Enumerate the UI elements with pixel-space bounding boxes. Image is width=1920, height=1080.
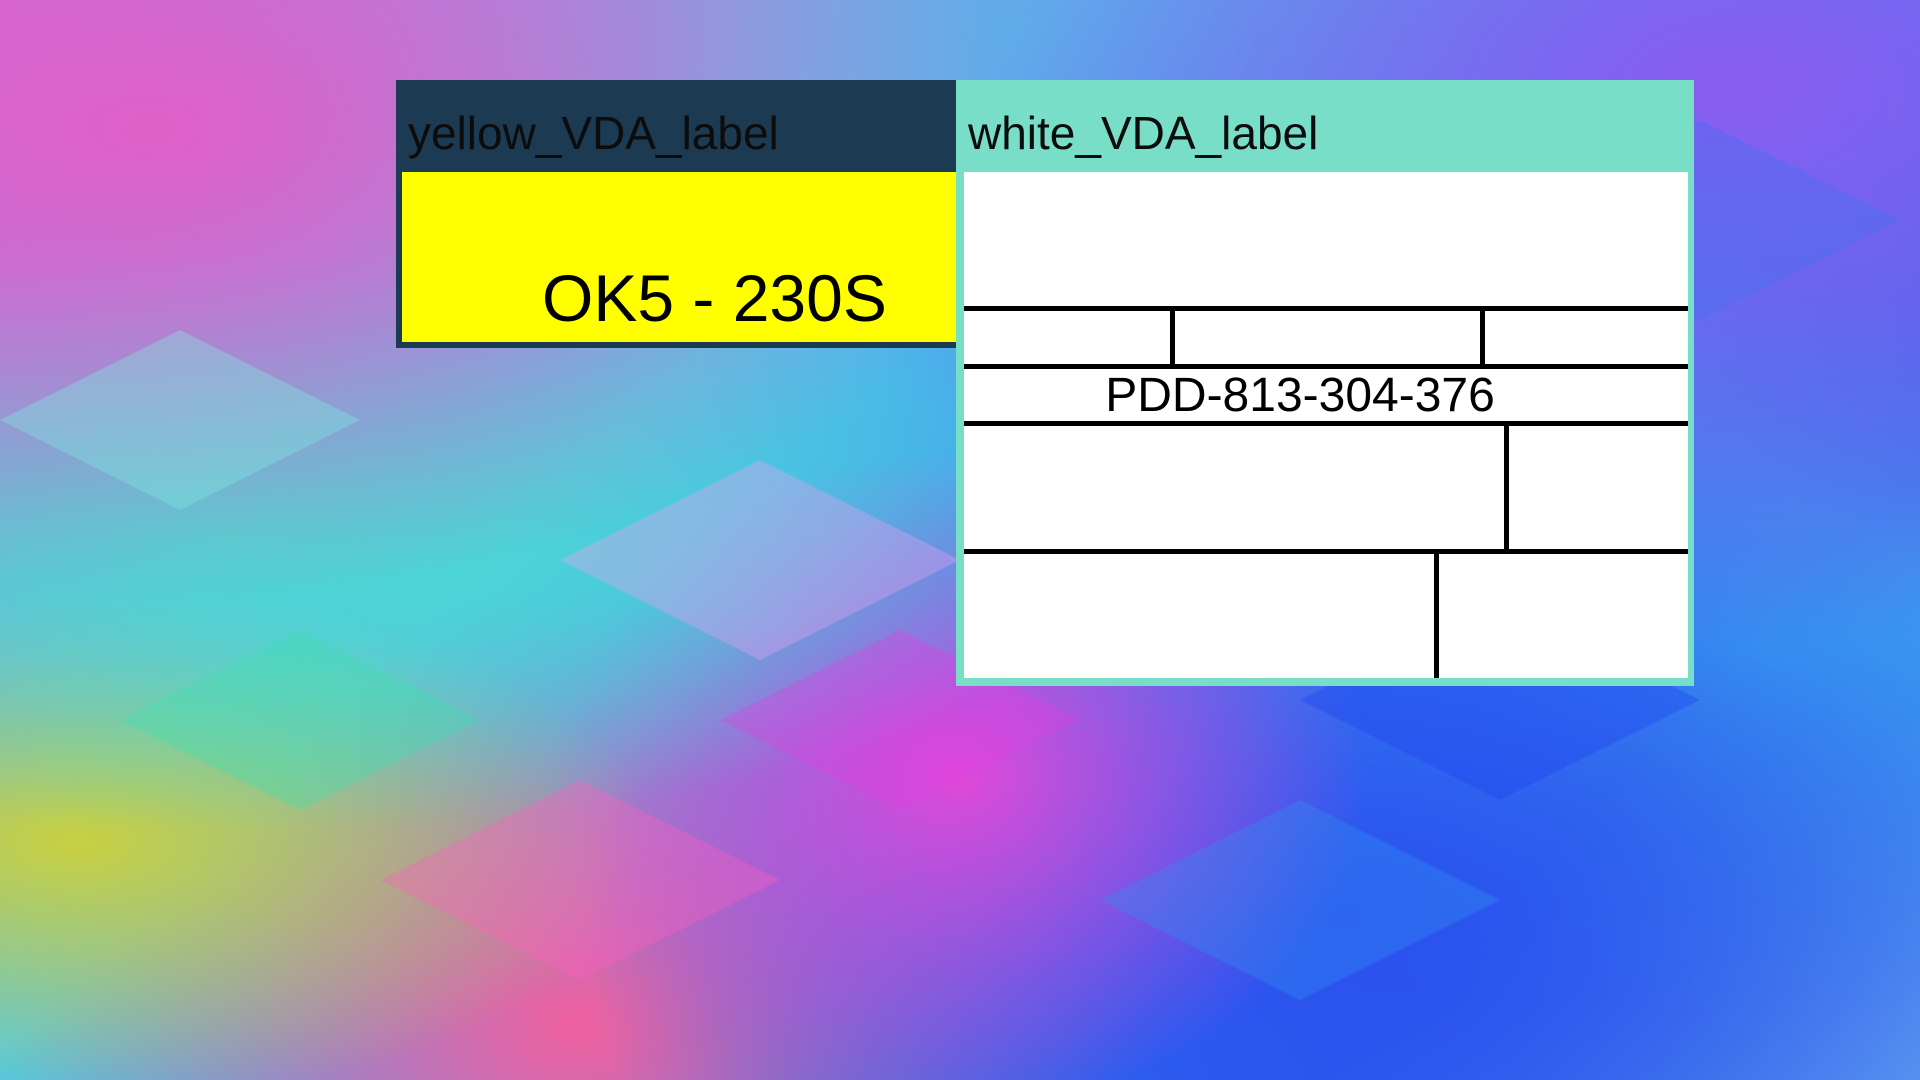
grid-line-v1 [1170, 306, 1175, 366]
yellow-label-code: OK5 - 230S [542, 261, 887, 335]
yellow-vda-label-panel[interactable]: yellow_VDA_label OK5 - 230S [396, 80, 958, 348]
white-label-serial: PDD-813-304-376 [1105, 369, 1495, 422]
grid-line-h1 [964, 306, 1688, 311]
grid-line-v3 [1504, 421, 1509, 551]
grid-line-v2 [1480, 306, 1485, 366]
grid-line-h4 [964, 549, 1688, 554]
white-vda-label-panel[interactable]: white_VDA_label PDD-813-304-376 [956, 80, 1694, 686]
grid-line-v4 [1434, 549, 1439, 678]
yellow-vda-label-title: yellow_VDA_label [408, 107, 779, 159]
white-vda-label-title: white_VDA_label [968, 107, 1319, 159]
white-label-body: PDD-813-304-376 [964, 172, 1688, 678]
yellow-label-body: OK5 - 230S [402, 172, 958, 342]
